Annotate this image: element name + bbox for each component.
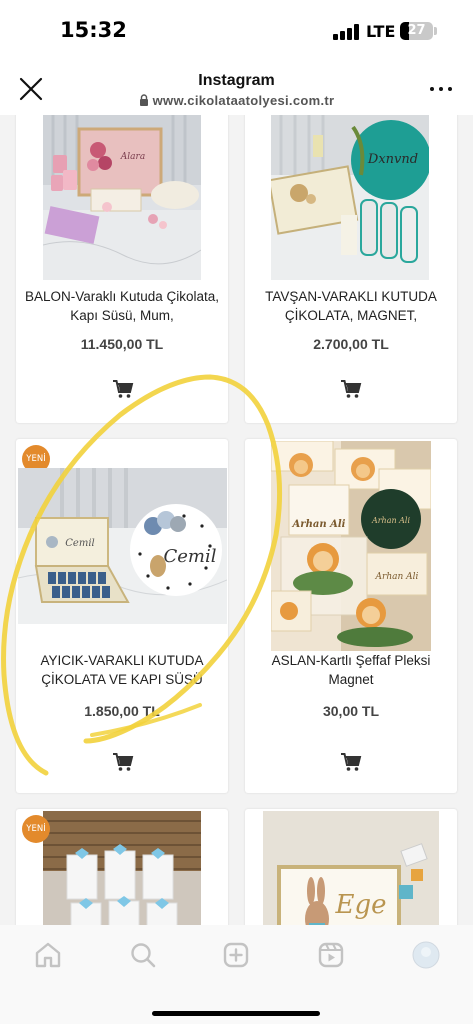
bottom-nav [0, 925, 473, 1024]
cart-icon [341, 380, 362, 398]
browser-header: Instagram www.cikolataatolyesi.com.tr [0, 60, 473, 115]
cart-icon [113, 753, 134, 771]
add-to-cart-button[interactable] [112, 379, 134, 399]
url-bar[interactable]: www.cikolataatolyesi.com.tr [0, 93, 473, 108]
lock-icon [139, 94, 148, 106]
status-bar: 15:32 LTE 27 [0, 0, 473, 60]
product-image-text: Ege [334, 890, 386, 920]
add-to-cart-button[interactable] [340, 379, 362, 399]
search-icon [131, 943, 156, 968]
signal-icon [333, 24, 359, 40]
svg-text:Arhan Ali: Arhan Ali [371, 516, 411, 525]
page-title: Instagram [198, 72, 275, 89]
product-image-text: Cemil [163, 546, 216, 567]
more-button[interactable] [430, 84, 454, 94]
url-text: www.cikolataatolyesi.com.tr [152, 93, 335, 108]
product-image[interactable]: Alara [43, 115, 201, 280]
nav-create[interactable] [221, 940, 251, 970]
product-card[interactable]: Ege [245, 809, 457, 925]
product-card[interactable]: Arhan Ali Arhan Ali Arhan Ali ASLAN-Kart… [245, 439, 457, 793]
home-indicator [152, 1011, 320, 1016]
battery-cap [434, 27, 437, 35]
status-time: 15:32 [60, 18, 127, 42]
product-price: 2.700,00 TL [313, 336, 389, 352]
product-image[interactable] [43, 811, 201, 925]
reels-icon [318, 942, 344, 968]
more-icon [430, 87, 434, 91]
product-price: 1.850,00 TL [84, 703, 160, 719]
product-card[interactable]: YENİ Cemil Cemil AYICIK-VARAKLI KUTUDA Ç… [16, 439, 228, 793]
home-icon [35, 942, 61, 968]
profile-icon [412, 941, 440, 969]
add-to-cart-button[interactable] [112, 752, 134, 772]
product-name[interactable]: BALON-Varaklı Kutuda Çikolata, Kapı Süsü… [24, 287, 220, 325]
product-image[interactable]: Cemil Cemil [18, 468, 227, 624]
svg-text:Cemil: Cemil [65, 538, 94, 549]
product-card[interactable]: Dxnvnd TAVŞAN-VARAKLI KUTUDA ÇİKOLATA, M… [245, 115, 457, 423]
nav-home[interactable] [33, 940, 63, 970]
product-grid: Alara BALON-Varaklı Kutuda Çikolata, Kap… [0, 115, 473, 925]
product-name[interactable]: ASLAN-Kartlı Şeffaf Pleksi Magnet [253, 651, 449, 689]
create-icon [223, 942, 249, 968]
nav-reels[interactable] [316, 940, 346, 970]
svg-text:Arhan Ali: Arhan Ali [375, 572, 419, 582]
new-badge: YENİ [22, 815, 50, 843]
product-image-text: Arhan Ali [292, 519, 346, 530]
cart-icon [341, 753, 362, 771]
battery-icon: 27 [400, 22, 433, 40]
network-label: LTE [366, 22, 396, 41]
product-card[interactable]: Alara BALON-Varaklı Kutuda Çikolata, Kap… [16, 115, 228, 423]
add-to-cart-button[interactable] [340, 752, 362, 772]
cart-icon [113, 380, 134, 398]
nav-profile[interactable] [411, 940, 441, 970]
product-image[interactable]: Dxnvnd [271, 115, 429, 280]
nav-search[interactable] [128, 940, 158, 970]
product-price: 11.450,00 TL [80, 336, 164, 352]
battery-level: 27 [407, 23, 426, 38]
product-name[interactable]: AYICIK-VARAKLI KUTUDA ÇİKOLATA VE KAPI S… [24, 651, 220, 689]
product-price: 30,00 TL [322, 703, 380, 719]
product-card[interactable]: YENİ [16, 809, 228, 925]
product-image[interactable]: Ege [263, 811, 439, 925]
svg-text:Dxnvnd: Dxnvnd [367, 152, 418, 167]
product-image[interactable]: Arhan Ali Arhan Ali Arhan Ali [271, 441, 431, 651]
product-image-text: Alara [120, 152, 145, 162]
product-name[interactable]: TAVŞAN-VARAKLI KUTUDA ÇİKOLATA, MAGNET, [253, 287, 449, 325]
